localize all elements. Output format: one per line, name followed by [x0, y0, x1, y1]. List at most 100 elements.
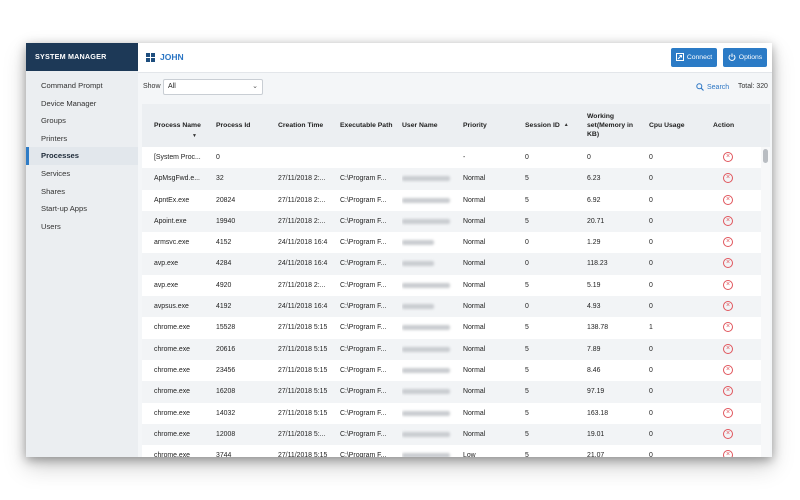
user-name-cell: [402, 424, 460, 445]
priority-cell: Normal: [463, 388, 486, 396]
table-row[interactable]: ApntEx.exe 20824 27/11/2018 2:... C:\Progra…: [142, 190, 762, 211]
kill-process-icon[interactable]: ×: [723, 301, 733, 312]
process-id-cell: 15528: [216, 324, 236, 332]
table-row[interactable]: ApMsgFwd.e... 32 27/11/2018 2:... C:\Progra…: [142, 168, 762, 190]
session-id-cell: 0: [525, 154, 529, 161]
search-label: Search: [707, 83, 730, 91]
executable-path-cell: C:\Program F...: [340, 281, 387, 289]
column-header-creation-time[interactable]: Creation Time: [278, 104, 338, 147]
column-header-priority[interactable]: Priority: [463, 104, 521, 147]
session-id-cell: 5: [525, 409, 529, 417]
priority-cell: -: [463, 154, 466, 161]
table-row[interactable]: [System Proc... 0 - 0 0 0 ×: [142, 147, 762, 168]
power-icon: [728, 53, 736, 63]
show-filter-select[interactable]: All ⌄: [163, 79, 263, 95]
kill-process-icon[interactable]: ×: [723, 194, 733, 205]
table-row[interactable]: avp.exe 4284 24/11/2018 16:4 C:\Program F..…: [142, 253, 762, 275]
priority-header-label: Priority: [463, 122, 487, 129]
table-row[interactable]: chrome.exe 12008 27/11/2018 5:... C:\Progra…: [142, 423, 762, 446]
sidebar-item-printers[interactable]: Printers: [26, 130, 138, 148]
search-button[interactable]: Search: [696, 83, 729, 91]
sidebar-item-shares[interactable]: Shares: [26, 183, 138, 201]
working-set-cell: 20.71: [587, 217, 605, 225]
sidebar-item-services[interactable]: Services: [26, 165, 138, 183]
table-row[interactable]: chrome.exe 3744 27/11/2018 5:15 C:\Program …: [142, 445, 762, 457]
working-set-cell: 163.18: [587, 409, 609, 417]
column-header-session-id[interactable]: Session ID ▲: [525, 104, 583, 147]
redacted-user-name: [402, 240, 434, 246]
process-id-cell: 32: [216, 175, 224, 183]
kill-process-icon[interactable]: ×: [723, 173, 733, 184]
priority-cell: Normal: [463, 217, 486, 225]
column-header-executable-path[interactable]: Executable Path: [340, 104, 400, 147]
working-set-cell: 118.23: [587, 260, 608, 268]
kill-process-icon[interactable]: ×: [723, 258, 733, 269]
sidebar-item-command-prompt[interactable]: Command Prompt: [26, 77, 138, 95]
executable-path-cell: C:\Program F...: [340, 303, 387, 311]
table-row[interactable]: chrome.exe 20616 27/11/2018 5:15 C:\Program…: [142, 338, 762, 360]
column-header-process-name[interactable]: Process Name: [154, 104, 214, 147]
cpu-usage-cell: 0: [649, 154, 653, 161]
kill-process-icon[interactable]: ×: [723, 450, 733, 457]
table-row[interactable]: armsvc.exe 4152 24/11/2018 16:4 C:\Program …: [142, 232, 762, 253]
kill-process-icon[interactable]: ×: [723, 237, 733, 248]
process-name-cell: avp.exe: [154, 281, 179, 289]
sidebar-nav: Command Prompt Device Manager Groups Pri…: [26, 77, 138, 235]
kill-process-icon[interactable]: ×: [723, 279, 733, 290]
kill-process-icon[interactable]: ×: [723, 152, 733, 162]
priority-cell: Normal: [463, 303, 486, 311]
sidebar-item-device-manager[interactable]: Device Manager: [26, 95, 138, 113]
kill-process-icon[interactable]: ×: [723, 407, 733, 418]
column-header-cpu-usage[interactable]: Cpu Usage: [649, 104, 707, 147]
user-name-cell: [402, 445, 460, 457]
kill-process-icon[interactable]: ×: [723, 386, 733, 397]
redacted-user-name: [402, 431, 450, 437]
redacted-user-name: [402, 389, 450, 395]
table-row[interactable]: chrome.exe 14032 27/11/2018 5:15 C:\Program…: [142, 403, 762, 424]
kill-process-icon[interactable]: ×: [723, 322, 733, 333]
user-name-cell: [402, 360, 460, 381]
table-row[interactable]: Apoint.exe 19940 27/11/2018 2:... C:\Progra…: [142, 210, 762, 233]
column-header-user-name[interactable]: User Name: [402, 104, 460, 147]
table-controls: Show All ⌄ Search Total: 320: [138, 73, 772, 103]
sidebar-item-processes[interactable]: Processes: [26, 147, 138, 165]
creation-time-cell: 27/11/2018 2:...: [278, 217, 326, 225]
cpu-usage-cell: 1: [649, 324, 653, 332]
session-id-cell: 0: [525, 260, 529, 268]
table-row[interactable]: avp.exe 4920 27/11/2018 2:... C:\Program F.…: [142, 275, 762, 296]
kill-process-icon[interactable]: ×: [723, 364, 733, 375]
working-set-cell: 138.78: [587, 324, 609, 332]
table-row[interactable]: chrome.exe 15528 27/11/2018 5:15 C:\Program…: [142, 317, 762, 338]
executable-path-cell: C:\Program F...: [340, 175, 387, 183]
process-name-cell: ApntEx.exe: [154, 196, 190, 204]
sidebar-item-groups[interactable]: Groups: [26, 112, 138, 130]
kill-process-icon[interactable]: ×: [723, 215, 733, 226]
options-button[interactable]: Options: [723, 48, 767, 67]
executable-path-cell: [340, 147, 400, 168]
executable-path-cell: C:\Program F...: [340, 409, 387, 417]
session-id-cell: 5: [525, 452, 529, 457]
table-row[interactable]: avpsus.exe 4192 24/11/2018 16:4 C:\Program …: [142, 296, 762, 318]
creation-time-header-label: Creation Time: [278, 122, 324, 129]
cpu-usage-cell: 0: [649, 409, 653, 417]
executable-path-cell: C:\Program F...: [340, 324, 387, 332]
sidebar-item-startup-apps[interactable]: Start-up Apps: [26, 200, 138, 218]
table-scrollbar[interactable]: [761, 147, 770, 457]
user-name-cell: [402, 296, 460, 317]
connect-button[interactable]: Connect: [671, 48, 717, 67]
table-row[interactable]: chrome.exe 16208 27/11/2018 5:15 C:\Program…: [142, 381, 762, 403]
session-id-cell: 5: [525, 175, 529, 183]
column-header-working-set[interactable]: Working set(Memory in KB): [587, 104, 645, 147]
table-row[interactable]: chrome.exe 23456 27/11/2018 5:15 C:\Program…: [142, 360, 762, 381]
cpu-usage-cell: 0: [649, 260, 653, 268]
column-header-process-id[interactable]: Process Id: [216, 104, 274, 147]
scrollbar-thumb[interactable]: [763, 149, 768, 163]
process-table: Process Name ▼ Process Id Creation Time …: [142, 104, 770, 457]
redacted-user-name: [402, 197, 450, 203]
cpu-usage-cell: 0: [649, 388, 653, 396]
kill-process-icon[interactable]: ×: [723, 428, 733, 439]
system-manager-window: SYSTEM MANAGER Command Prompt Device Man…: [26, 43, 772, 457]
kill-process-icon[interactable]: ×: [723, 343, 733, 354]
session-id-cell: 0: [525, 303, 529, 311]
sidebar-item-users[interactable]: Users: [26, 218, 138, 236]
